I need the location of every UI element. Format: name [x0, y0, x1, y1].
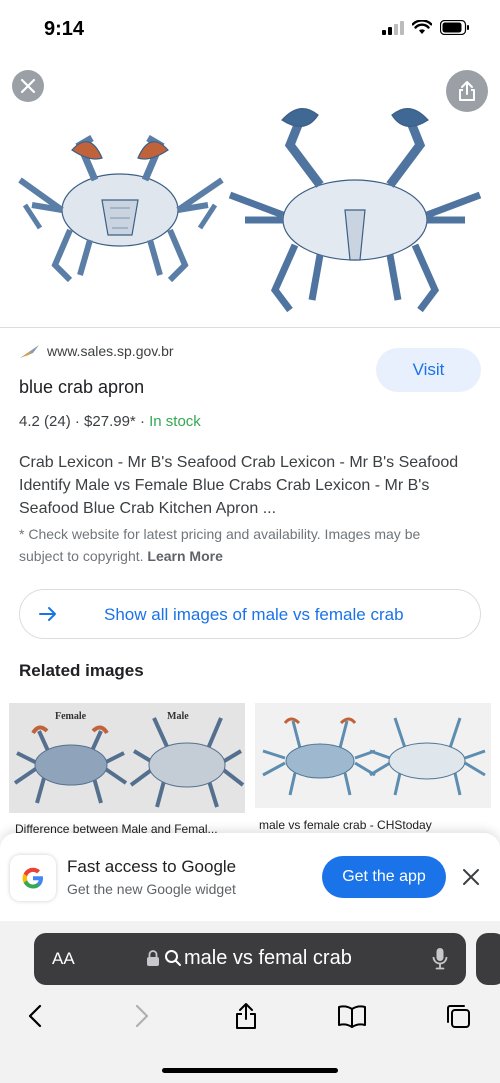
cellular-signal-icon	[382, 20, 404, 35]
bookmarks-button[interactable]	[332, 1001, 372, 1031]
close-icon	[20, 78, 36, 94]
male-label: Male	[167, 711, 189, 722]
address-text[interactable]: male vs femal crab	[184, 947, 352, 970]
forward-button[interactable]	[122, 1001, 162, 1031]
stock-status: In stock	[149, 413, 201, 430]
learn-more-link[interactable]: Learn More	[147, 548, 222, 564]
home-indicator	[162, 1068, 338, 1073]
male-crab-image	[228, 108, 482, 313]
female-label: Female	[55, 711, 87, 722]
browser-toolbar: AA male vs femal crab	[0, 921, 500, 1083]
chevron-right-icon	[135, 1004, 149, 1028]
promo-subtitle: Get the new Google widget	[67, 881, 236, 897]
toolbar-share-button[interactable]	[226, 1001, 266, 1031]
close-button[interactable]	[12, 70, 44, 102]
related-image-2-caption[interactable]: male vs female crab - CHStoday	[259, 818, 487, 832]
price: $27.99*	[84, 413, 136, 430]
related-image-1[interactable]: Female Male	[9, 703, 245, 813]
chevron-left-icon	[28, 1004, 42, 1028]
status-icons	[382, 20, 470, 35]
visit-button[interactable]: Visit	[376, 348, 481, 392]
arrow-right-icon	[39, 607, 56, 621]
get-the-app-button[interactable]: Get the app	[322, 856, 446, 898]
google-app-promo: Fast access to Google Get the new Google…	[0, 833, 500, 921]
related-images-title: Related images	[19, 661, 144, 680]
disclaimer: * Check website for latest pricing and a…	[19, 523, 459, 567]
search-icon	[165, 950, 181, 966]
text-size-button[interactable]: AA	[52, 949, 75, 969]
battery-icon	[440, 20, 469, 35]
google-g-icon	[22, 867, 43, 889]
share-icon	[459, 81, 475, 101]
source-site[interactable]: www.sales.sp.gov.br	[19, 343, 174, 359]
result-title[interactable]: blue crab apron	[19, 377, 144, 398]
microphone-icon[interactable]	[432, 947, 448, 971]
back-button[interactable]	[15, 1001, 55, 1031]
show-all-label: Show all images of male vs female crab	[104, 605, 404, 624]
meta-separator: ·	[74, 413, 85, 430]
related-image-1-picture: Female Male	[9, 703, 245, 813]
source-domain: www.sales.sp.gov.br	[47, 343, 174, 359]
address-bar[interactable]: AA male vs femal crab	[34, 933, 466, 985]
wifi-icon	[412, 20, 432, 34]
show-all-images-button[interactable]: Show all images of male vs female crab	[19, 589, 481, 639]
next-tab-peek[interactable]	[476, 933, 500, 985]
share-button[interactable]	[446, 70, 488, 112]
related-image-2[interactable]	[255, 703, 491, 808]
promo-close-icon[interactable]	[461, 867, 481, 887]
crab-illustration	[18, 108, 482, 313]
site-favicon-icon	[20, 345, 39, 358]
result-meta: 4.2 (24) · $27.99* · In stock	[19, 413, 201, 430]
status-bar: 9:14	[0, 0, 500, 60]
tabs-icon	[447, 1005, 470, 1028]
status-time: 9:14	[44, 18, 85, 40]
rating: 4.2 (24)	[19, 413, 71, 430]
hero-image[interactable]	[0, 60, 500, 328]
female-crab-image	[18, 134, 224, 283]
meta-separator: ·	[139, 413, 150, 430]
related-image-2-picture	[255, 703, 491, 808]
lock-icon	[147, 950, 159, 966]
promo-title: Fast access to Google	[67, 857, 237, 876]
book-icon	[338, 1005, 366, 1028]
result-description: Crab Lexicon - Mr B's Seafood Crab Lexic…	[19, 454, 459, 517]
share-icon	[236, 1003, 256, 1029]
tabs-button[interactable]	[438, 1001, 478, 1031]
google-logo-icon	[10, 855, 56, 901]
